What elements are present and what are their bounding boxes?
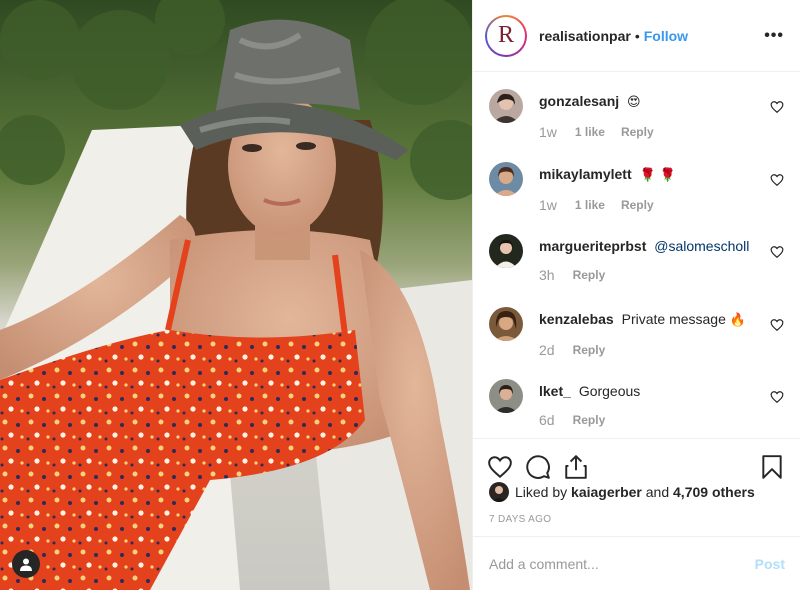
comment-likes[interactable]: 1 like xyxy=(575,198,605,212)
comment-meta: 1w 1 like Reply xyxy=(539,197,771,213)
likes-conjunction: and xyxy=(645,484,670,500)
post-actions-bar xyxy=(473,438,800,486)
comment-body: kenzalebas Private message 🔥 2d Reply xyxy=(539,304,771,377)
comment-meta: 6d Reply xyxy=(539,412,771,428)
user-tag-icon xyxy=(20,558,32,571)
comment-body: mikaylamylett 🌹 🌹 1w 1 like Reply xyxy=(539,159,771,232)
comment-username[interactable]: mikaylamylett xyxy=(539,166,632,182)
comment-item: gonzalesanj 😍 1w 1 like Reply xyxy=(489,86,784,159)
comment-item: lket_ Gorgeous 6d Reply xyxy=(489,376,784,438)
comment-like-heart-icon[interactable] xyxy=(770,245,784,259)
comment-time[interactable]: 2d xyxy=(539,342,555,358)
comment-emoji: 😍 xyxy=(627,95,641,110)
comment-like-heart-icon[interactable] xyxy=(770,318,784,332)
comment-text: lket_ Gorgeous xyxy=(539,382,771,400)
post-image xyxy=(0,0,472,590)
reply-button[interactable]: Reply xyxy=(573,268,606,282)
liker-username[interactable]: kaiagerber xyxy=(571,484,642,500)
comment-item: kenzalebas Private message 🔥 2d Reply xyxy=(489,304,784,377)
commenter-avatar[interactable] xyxy=(489,234,523,268)
comment-time[interactable]: 1w xyxy=(539,124,557,140)
comment-text: kenzalebas Private message 🔥 xyxy=(539,310,771,330)
comment-emoji: 🌹 🌹 xyxy=(639,167,677,183)
comment-text: mikaylamylett 🌹 🌹 xyxy=(539,165,771,185)
comment-input[interactable] xyxy=(489,555,755,572)
liker-avatar[interactable] xyxy=(489,482,509,502)
comment-emoji: 🔥 xyxy=(729,312,746,328)
comment-body: lket_ Gorgeous 6d Reply xyxy=(539,376,771,438)
likes-others-count[interactable]: 4,709 others xyxy=(673,484,755,500)
more-options-icon[interactable]: ••• xyxy=(764,27,784,45)
comment-icon[interactable] xyxy=(525,454,551,480)
post-timestamp[interactable]: 7 days ago xyxy=(489,514,551,525)
header-separator: • xyxy=(634,27,640,44)
reply-button[interactable]: Reply xyxy=(621,125,654,139)
commenter-avatar[interactable] xyxy=(489,379,523,413)
heart-icon[interactable] xyxy=(487,454,513,480)
comment-body: gonzalesanj 😍 1w 1 like Reply xyxy=(539,86,771,159)
share-icon[interactable] xyxy=(563,454,589,480)
comment-like-heart-icon[interactable] xyxy=(770,173,784,187)
likes-prefix: Liked by xyxy=(515,484,568,500)
follow-button[interactable]: Follow xyxy=(644,28,688,44)
comment-text: gonzalesanj 😍 xyxy=(539,92,771,112)
comment-body: margueriteprbst @salomescholl 3h Reply xyxy=(539,231,771,304)
user-tag-button[interactable] xyxy=(12,550,40,578)
comment-message: Gorgeous xyxy=(578,383,641,399)
reply-button[interactable]: Reply xyxy=(573,413,606,427)
comment-mention[interactable]: @salomescholl xyxy=(654,238,749,254)
comment-meta: 3h Reply xyxy=(539,267,771,283)
comment-item: margueriteprbst @salomescholl 3h Reply xyxy=(489,231,784,304)
reply-button[interactable]: Reply xyxy=(573,343,606,357)
comment-item: mikaylamylett 🌹 🌹 1w 1 like Reply xyxy=(489,159,784,232)
commenter-avatar[interactable] xyxy=(489,306,523,341)
comment-meta: 2d Reply xyxy=(539,342,771,358)
comment-username[interactable]: margueriteprbst xyxy=(539,238,646,254)
comment-username[interactable]: kenzalebas xyxy=(539,311,614,327)
comment-meta: 1w 1 like Reply xyxy=(539,124,771,140)
post-header: R realisationpar • Follow ••• xyxy=(473,0,800,72)
comment-message: Private message xyxy=(621,310,726,327)
account-username[interactable]: realisationpar xyxy=(539,28,631,44)
commenter-avatar[interactable] xyxy=(489,161,523,196)
bookmark-icon[interactable] xyxy=(759,454,785,480)
commenter-avatar[interactable] xyxy=(489,89,523,123)
reply-button[interactable]: Reply xyxy=(621,198,654,212)
comment-like-heart-icon[interactable] xyxy=(770,100,784,114)
comment-time[interactable]: 1w xyxy=(539,197,557,213)
account-logo: R xyxy=(487,16,525,55)
post-side-panel: R realisationpar • Follow ••• gonzalesan… xyxy=(472,0,800,590)
account-avatar[interactable]: R xyxy=(485,14,527,57)
likes-summary: Liked by kaiagerber and 4,709 others xyxy=(489,482,755,502)
comment-time[interactable]: 6d xyxy=(539,412,555,428)
comment-likes[interactable]: 1 like xyxy=(575,125,605,139)
comment-username[interactable]: gonzalesanj xyxy=(539,93,619,109)
comment-text: margueriteprbst @salomescholl xyxy=(539,237,771,255)
comments-list[interactable]: gonzalesanj 😍 1w 1 like Reply mikaylamyl… xyxy=(473,72,800,438)
comment-composer: Post xyxy=(473,536,800,590)
post-photo[interactable] xyxy=(0,0,472,590)
comment-time[interactable]: 3h xyxy=(539,267,555,283)
post-comment-button[interactable]: Post xyxy=(755,556,785,572)
comment-like-heart-icon[interactable] xyxy=(770,390,784,404)
comment-username[interactable]: lket_ xyxy=(539,383,571,399)
